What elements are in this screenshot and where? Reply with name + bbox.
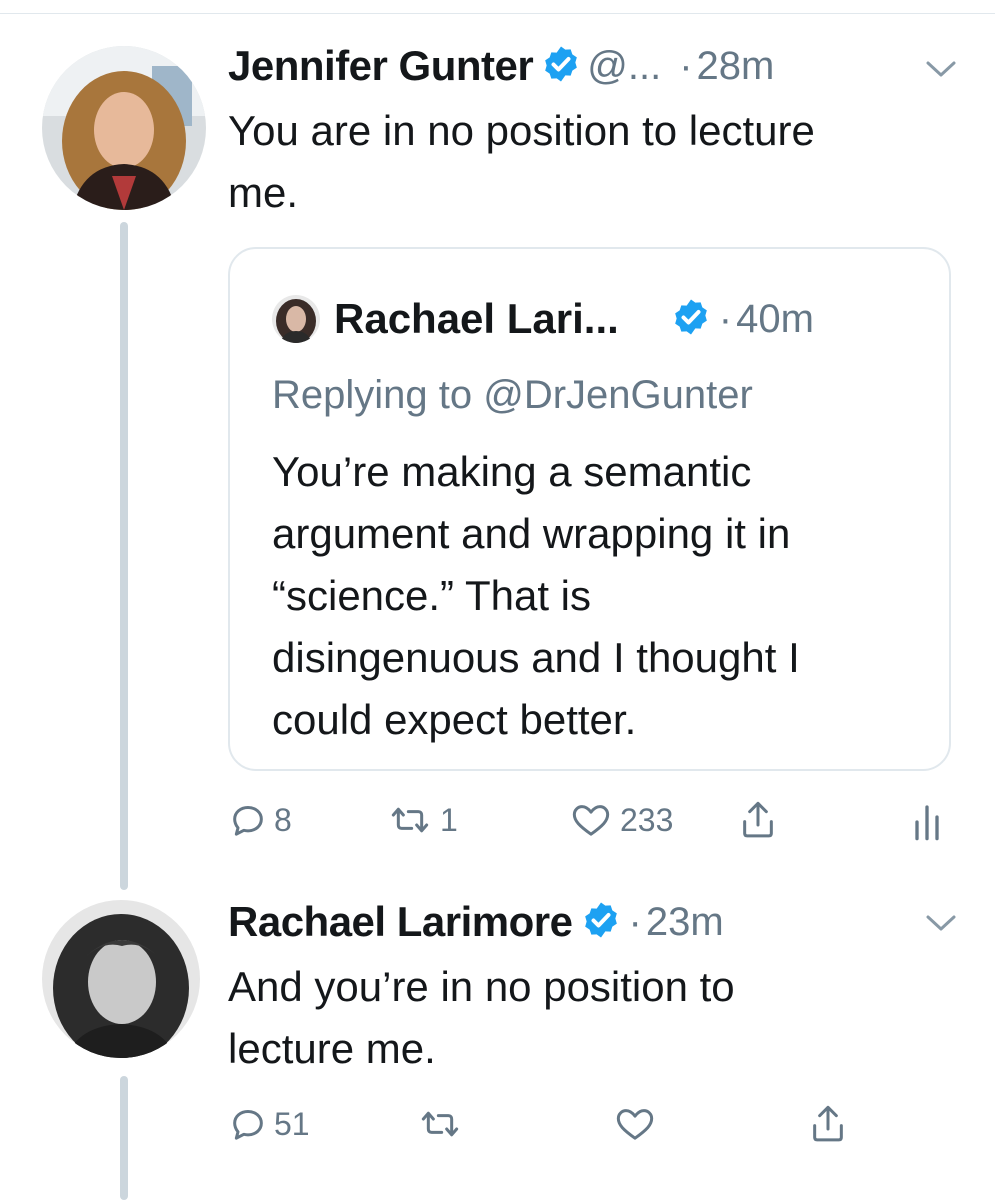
top-divider	[0, 13, 995, 14]
display-name[interactable]: Jennifer Gunter	[228, 42, 534, 90]
tweet-text-line: lecture me.	[228, 1025, 436, 1072]
verified-badge-icon	[581, 900, 621, 945]
reply-button[interactable]: 51	[228, 1104, 310, 1144]
quoted-text-line: could expect better.	[272, 696, 637, 743]
reply-button[interactable]: 8	[228, 800, 292, 840]
tweet-text-line: You are in no position to lecture	[228, 107, 815, 154]
timestamp[interactable]: 28m	[697, 44, 775, 89]
chevron-down-icon[interactable]	[924, 58, 958, 85]
separator-dot: ·	[718, 296, 733, 341]
like-button[interactable]	[612, 1104, 658, 1144]
quoted-tweet-text: You’re making a semantic argument and wr…	[272, 441, 932, 751]
like-count: 233	[620, 801, 674, 838]
retweet-icon	[421, 1111, 459, 1137]
share-button[interactable]	[808, 1102, 848, 1146]
retweet-button[interactable]	[416, 1104, 464, 1144]
handle[interactable]: @...	[587, 44, 661, 89]
reply-count: 8	[274, 801, 292, 838]
avatar-jennifer-gunter[interactable]	[42, 46, 206, 210]
separator-dot: ·	[628, 899, 642, 944]
quoted-text-line: argument and wrapping it in	[272, 510, 791, 557]
tweet-text: You are in no position to lecture me.	[228, 100, 948, 224]
quoted-tweet-header: Rachael Lari... · 40m	[272, 295, 814, 343]
share-icon	[743, 801, 773, 838]
chevron-down-icon[interactable]	[924, 912, 958, 939]
verified-badge-icon	[671, 297, 711, 342]
analytics-button[interactable]	[910, 802, 944, 842]
replying-to: Replying to @DrJenGunter	[272, 373, 753, 417]
tweet-action-bar: 51	[228, 1100, 968, 1150]
timestamp[interactable]: 23m	[646, 900, 724, 945]
tweet-text-line: And you’re in no position to	[228, 963, 735, 1010]
retweet-icon	[391, 807, 429, 833]
reply-icon	[233, 1110, 263, 1140]
tweet-header: Rachael Larimore · 23m	[228, 898, 724, 946]
verified-badge-icon	[541, 44, 581, 89]
quoted-timestamp: 40m	[736, 296, 814, 341]
display-name[interactable]: Rachael Larimore	[228, 898, 573, 946]
reply-count: 51	[274, 1105, 310, 1142]
analytics-icon	[915, 805, 939, 841]
thread-line	[120, 222, 128, 890]
tweet-text-line: me.	[228, 169, 299, 216]
quoted-text-line: “science.” That is	[272, 572, 591, 619]
like-button[interactable]: 233	[568, 800, 673, 840]
separator-dot: ·	[679, 43, 693, 88]
quoted-tweet-card[interactable]: Rachael Lari... · 40m Replying to @DrJen…	[228, 247, 951, 771]
quoted-display-name: Rachael Lari...	[334, 295, 619, 342]
share-icon	[813, 1105, 843, 1142]
tweet-text: And you’re in no position to lecture me.	[228, 956, 948, 1080]
quoted-text-line: You’re making a semantic	[272, 448, 752, 495]
thread-line	[120, 1076, 128, 1200]
share-button[interactable]	[738, 798, 778, 842]
like-icon	[572, 805, 610, 836]
avatar-rachael-larimore[interactable]	[42, 900, 200, 1058]
tweet-action-bar: 8 1 233	[228, 796, 968, 846]
reply-icon	[233, 806, 263, 836]
avatar-rachael-larimore-small	[272, 295, 320, 343]
quoted-text-line: disingenuous and I thought I	[272, 634, 800, 681]
tweet-header: Jennifer Gunter @... · 28m	[228, 42, 774, 90]
like-icon	[616, 1109, 654, 1140]
retweet-button[interactable]: 1	[386, 800, 458, 840]
retweet-count: 1	[440, 801, 458, 838]
